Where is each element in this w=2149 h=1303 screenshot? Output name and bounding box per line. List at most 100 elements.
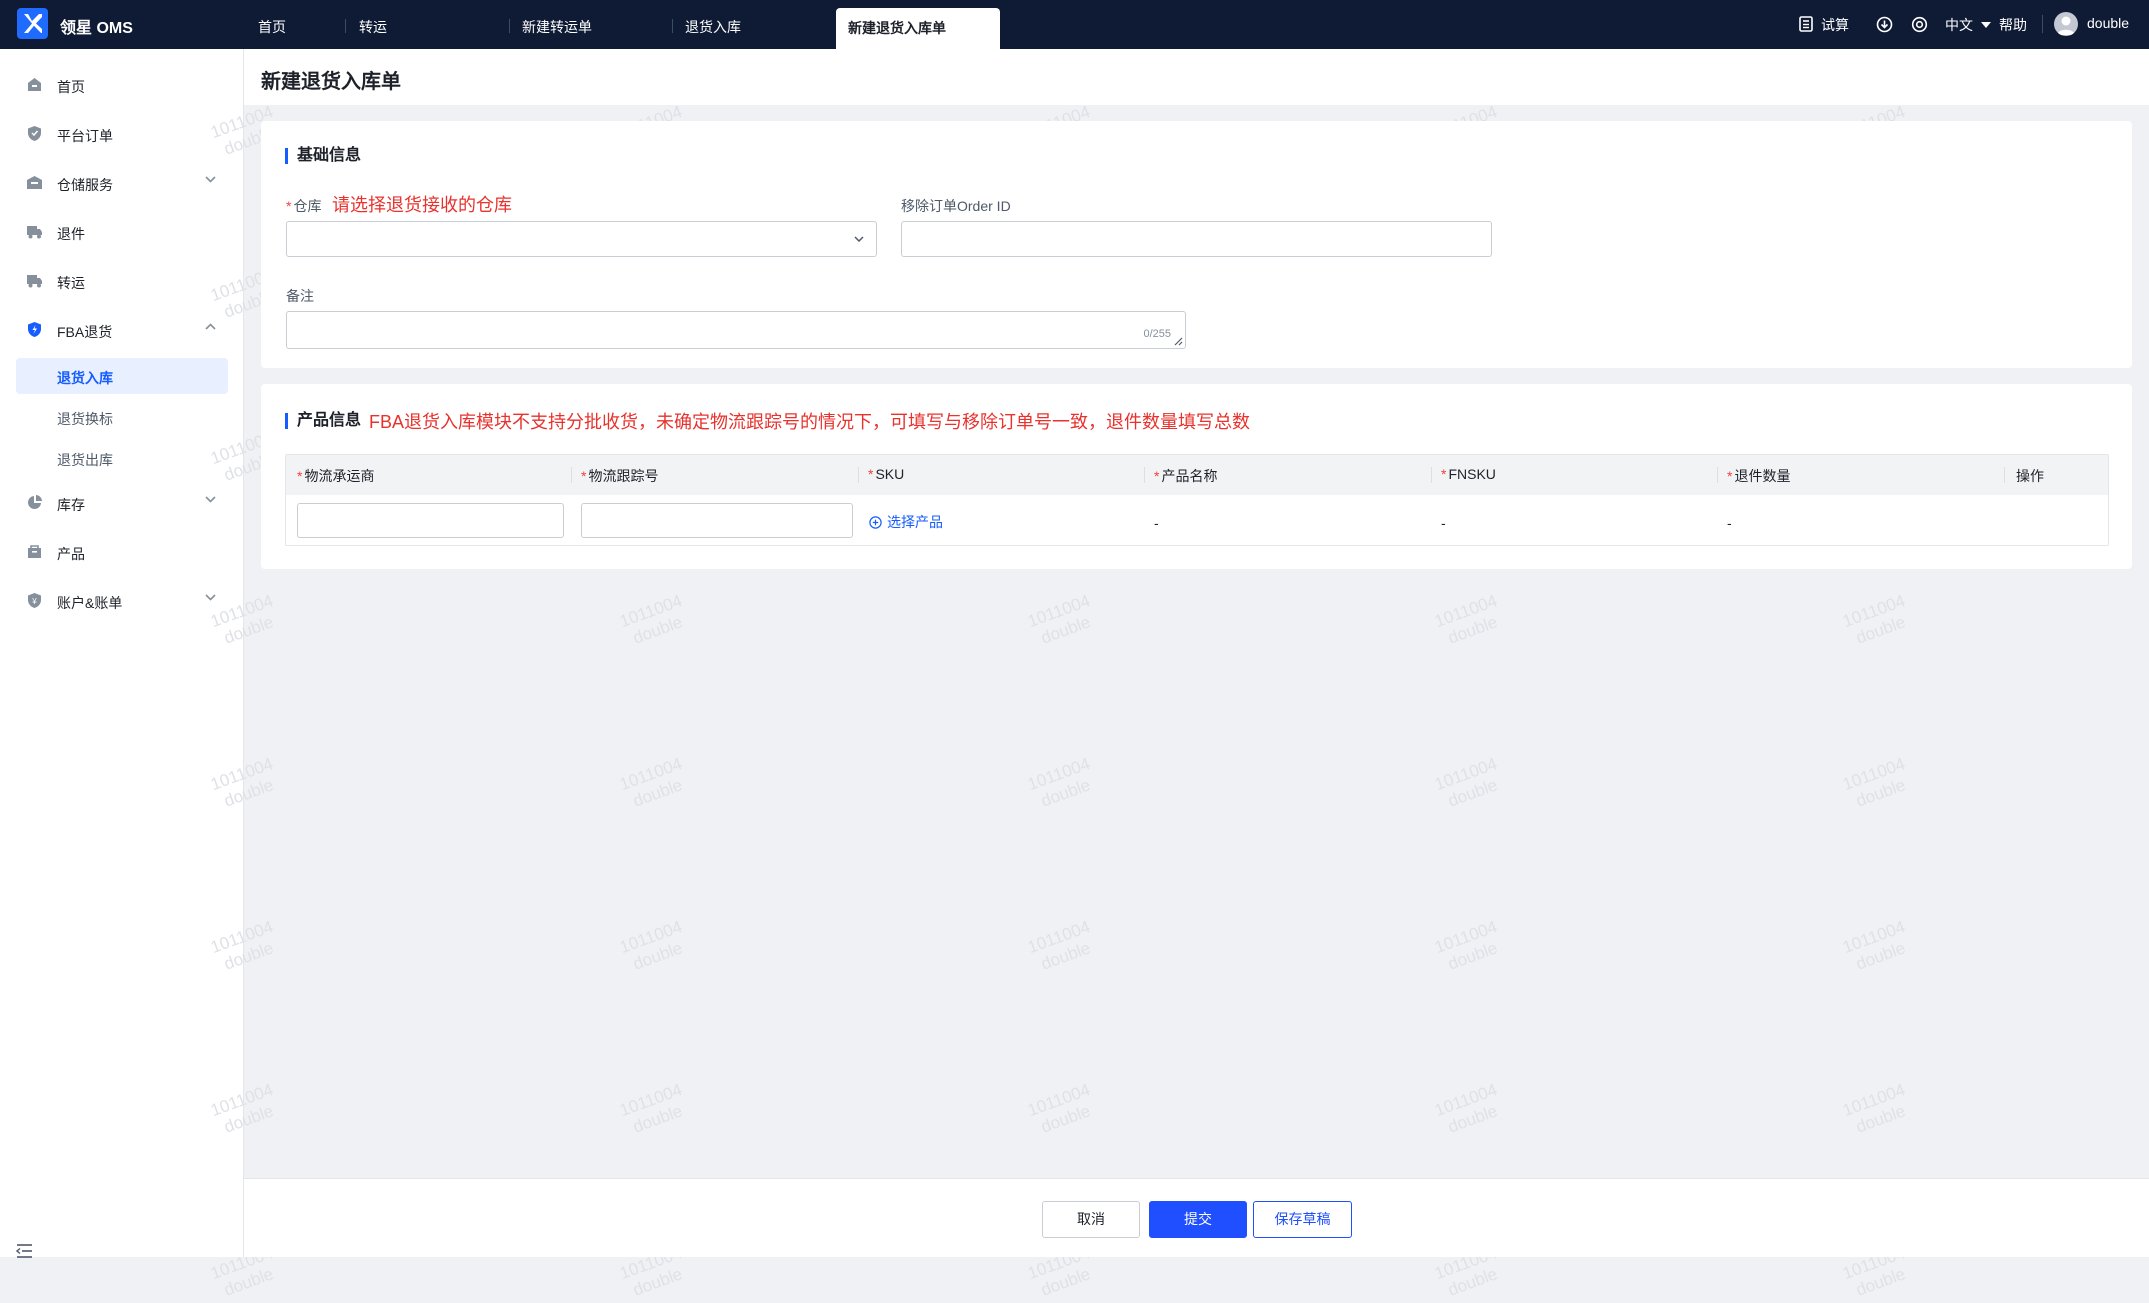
sidebar-item-home[interactable]: 首页 bbox=[0, 65, 244, 105]
tab-new-return-inbound[interactable]: 新建退货入库单 bbox=[836, 8, 1000, 49]
language-selector[interactable]: 中文 bbox=[1945, 15, 1991, 35]
sidebar-item-returns[interactable]: 退件 bbox=[0, 212, 244, 252]
tab-label: 新建退货入库单 bbox=[848, 20, 946, 36]
user-icon bbox=[2057, 16, 2075, 35]
column-header-text: 物流跟踪号 bbox=[588, 468, 659, 484]
form-footer: 取消 提交 保存草稿 bbox=[244, 1178, 2149, 1257]
watermark-text: 1011004double bbox=[1025, 1080, 1100, 1140]
pie-chart-icon bbox=[28, 495, 42, 509]
watermark-line: double bbox=[630, 612, 685, 648]
sidebar-item-label: 仓储服务 bbox=[57, 177, 113, 193]
watermark-line: 1011004 bbox=[1840, 1080, 1908, 1121]
avatar[interactable] bbox=[2054, 12, 2078, 36]
page-title: 新建退货入库单 bbox=[261, 71, 401, 93]
watermark-text: 1011004double bbox=[1840, 917, 1915, 977]
column-header-quantity: * 退件数量 bbox=[1727, 466, 1790, 486]
sidebar-item-label: 平台订单 bbox=[57, 128, 113, 144]
sidebar-item-platform-orders[interactable]: 平台订单 bbox=[0, 114, 244, 154]
watermark-line: double bbox=[1038, 775, 1093, 811]
watermark-text: 1011004double bbox=[1432, 1080, 1507, 1140]
cancel-button[interactable]: 取消 bbox=[1042, 1201, 1140, 1238]
tab-new-transfer[interactable]: 新建转运单 bbox=[522, 17, 592, 37]
logo[interactable] bbox=[17, 8, 48, 39]
sidebar-item-accounts-billing[interactable]: ¥ 账户&账单 bbox=[0, 581, 244, 621]
truck-icon bbox=[27, 275, 42, 288]
sidebar: 首页 平台订单 仓储服务 退件 转运 FBA退货 退货入库 退货换标 退货出库 … bbox=[0, 49, 244, 1258]
chevron-up-icon bbox=[205, 323, 216, 330]
sidebar-subitem-return-relabel[interactable]: 退货换标 bbox=[16, 399, 228, 435]
save-draft-button[interactable]: 保存草稿 bbox=[1253, 1201, 1352, 1238]
watermark-line: 1011004 bbox=[1025, 591, 1093, 632]
divider bbox=[2042, 15, 2043, 33]
product-table: * 物流承运商 * 物流跟踪号 * SKU * 产品名称 * FNSKU * 退件数量 操作… bbox=[285, 454, 2109, 546]
column-header-sku: * SKU bbox=[868, 466, 904, 482]
column-header-text: SKU bbox=[875, 466, 905, 482]
page-header: 新建退货入库单 bbox=[244, 49, 2149, 105]
removal-order-label: 移除订单Order ID bbox=[901, 198, 1011, 214]
sidebar-subitem-return-outbound[interactable]: 退货出库 bbox=[16, 440, 228, 476]
warehouse-select[interactable] bbox=[286, 221, 877, 257]
submit-button[interactable]: 提交 bbox=[1149, 1201, 1247, 1238]
carrier-input[interactable] bbox=[297, 503, 564, 538]
sidebar-item-products[interactable]: 产品 bbox=[0, 532, 244, 572]
settings-icon[interactable] bbox=[1911, 16, 1928, 33]
watermark-text: 1011004double bbox=[1432, 591, 1507, 651]
column-header-text: 退件数量 bbox=[1734, 468, 1791, 484]
sidebar-item-inventory[interactable]: 库存 bbox=[0, 483, 244, 523]
watermark-line: 1011004 bbox=[617, 591, 685, 632]
watermark-line: 1011004 bbox=[1025, 754, 1093, 795]
download-icon[interactable] bbox=[1876, 16, 1893, 33]
watermark-line: 1011004 bbox=[1025, 917, 1093, 958]
watermark-line: double bbox=[1853, 612, 1908, 648]
sidebar-item-label: 库存 bbox=[57, 497, 85, 513]
warehouse-label: * 仓库 bbox=[286, 196, 321, 216]
watermark-text: 1011004double bbox=[1840, 591, 1915, 651]
tab-transfer[interactable]: 转运 bbox=[359, 17, 387, 37]
sidebar-item-label: 产品 bbox=[57, 546, 85, 562]
tab-home[interactable]: 首页 bbox=[258, 17, 286, 37]
select-product-label: 选择产品 bbox=[887, 514, 943, 530]
trial-calc-link[interactable]: 试算 bbox=[1821, 15, 1849, 35]
sidebar-subitem-return-inbound[interactable]: 退货入库 bbox=[16, 358, 228, 394]
username[interactable]: double bbox=[2087, 15, 2129, 31]
watermark-text: 1011004double bbox=[1025, 917, 1100, 977]
sidebar-item-fba-returns[interactable]: FBA退货 bbox=[0, 310, 244, 350]
watermark-line: double bbox=[1445, 1264, 1500, 1300]
chevron-down-icon bbox=[854, 236, 864, 242]
calculator-icon[interactable] bbox=[1799, 16, 1813, 32]
sidebar-item-transfer[interactable]: 转运 bbox=[0, 261, 244, 301]
watermark-line: double bbox=[1445, 1101, 1500, 1137]
box-icon bbox=[28, 545, 41, 558]
sidebar-subitem-label: 退货换标 bbox=[57, 411, 113, 427]
watermark-line: 1011004 bbox=[1025, 1080, 1093, 1121]
sidebar-item-label: 首页 bbox=[57, 79, 85, 95]
shield-icon bbox=[28, 322, 41, 337]
remark-textarea[interactable]: 0/255 bbox=[286, 311, 1186, 349]
required-mark: * bbox=[868, 466, 874, 482]
sidebar-item-warehouse-services[interactable]: 仓储服务 bbox=[0, 163, 244, 203]
chevron-down-icon bbox=[205, 496, 216, 503]
help-link[interactable]: 帮助 bbox=[1999, 15, 2027, 35]
removal-order-input[interactable] bbox=[901, 221, 1492, 257]
watermark-line: 1011004 bbox=[1840, 591, 1908, 632]
select-product-link[interactable]: 选择产品 bbox=[869, 512, 943, 532]
column-divider bbox=[858, 467, 859, 483]
top-bar: 领星 OMS 首页 转运 新建转运单 退货入库 新建退货入库单 试算 中文 帮助… bbox=[0, 0, 2149, 49]
resize-handle-icon[interactable] bbox=[1173, 336, 1183, 346]
watermark-line: double bbox=[1038, 612, 1093, 648]
sidebar-subitem-label: 退货出库 bbox=[57, 452, 113, 468]
column-header-carrier: * 物流承运商 bbox=[297, 466, 374, 486]
watermark-line: 1011004 bbox=[617, 1080, 685, 1121]
tab-separator bbox=[672, 19, 673, 33]
section-title-product-info: 产品信息 bbox=[285, 413, 361, 429]
watermark-line: double bbox=[1853, 938, 1908, 974]
watermark-text: 1011004double bbox=[1025, 754, 1100, 814]
tracking-no-input[interactable] bbox=[581, 503, 853, 538]
tab-return-inbound[interactable]: 退货入库 bbox=[685, 17, 741, 37]
remark-counter: 0/255 bbox=[1143, 328, 1171, 340]
watermark-text: 1011004double bbox=[617, 1080, 692, 1140]
warehouse-icon bbox=[27, 176, 42, 189]
section-title-basic-info: 基础信息 bbox=[285, 148, 361, 164]
watermark-line: double bbox=[221, 1264, 276, 1300]
column-divider bbox=[2004, 467, 2005, 483]
